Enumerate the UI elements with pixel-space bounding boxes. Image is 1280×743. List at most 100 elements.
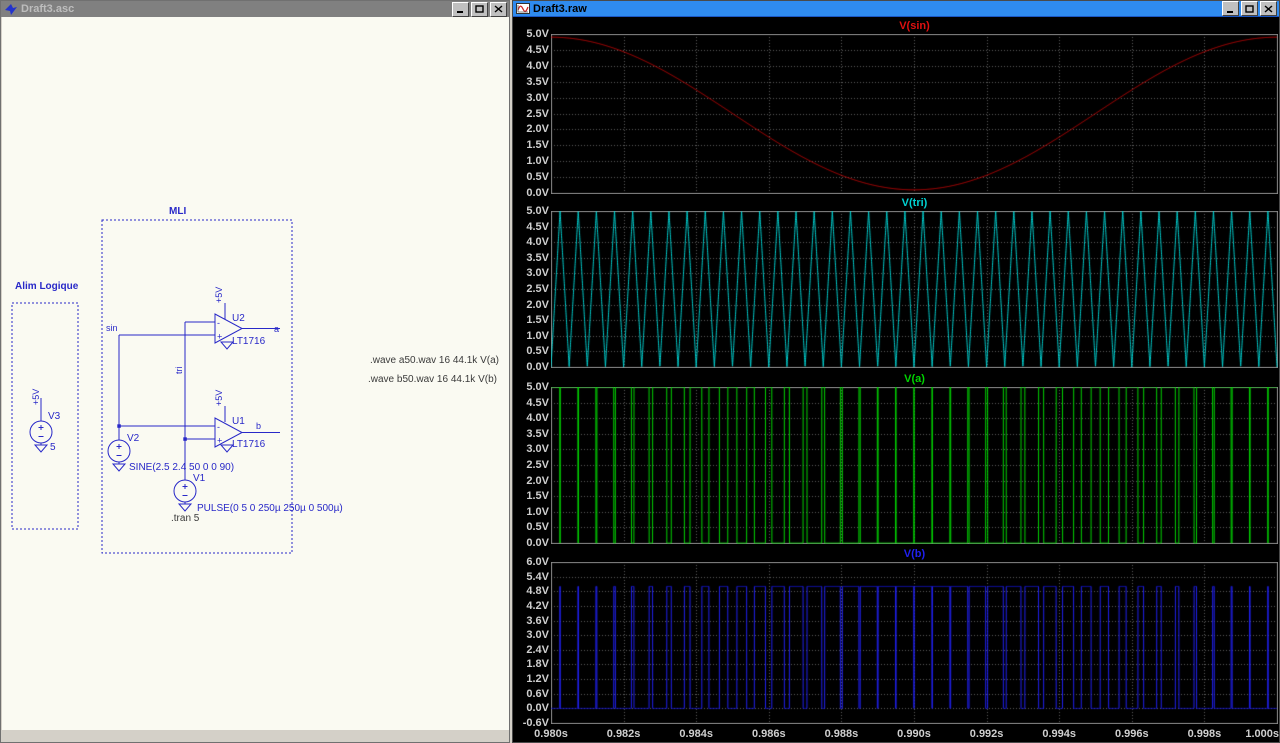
waveform-plot-va[interactable] <box>551 387 1278 544</box>
svg-text:+5V: +5V <box>31 389 41 405</box>
y-tick-label: 3.5V <box>526 251 549 264</box>
waveform-plot-vtri[interactable] <box>551 211 1278 368</box>
y-tick-label: 3.0V <box>526 443 549 456</box>
u2-part: LT1716 <box>232 336 266 347</box>
schematic-window-title: Draft3.asc <box>21 3 75 15</box>
restore-button[interactable] <box>471 1 488 17</box>
y-tick-label: 0.0V <box>526 361 549 373</box>
y-tick-label: 1.0V <box>526 155 549 168</box>
waveform-plot-vsin[interactable] <box>551 34 1278 194</box>
schematic-drawing: Alim Logique MLI sin tri a b - + +5V U2 … <box>11 206 499 554</box>
y-tick-label: 4.0V <box>526 59 549 72</box>
tran-directive[interactable]: .tran 5 <box>171 513 200 524</box>
svg-text:-: - <box>217 318 220 328</box>
schematic-titlebar[interactable]: Draft3.asc <box>1 1 509 17</box>
x-tick-label: 0.994s <box>1042 728 1077 740</box>
svg-text:+: + <box>217 332 222 342</box>
y-tick-label: 4.5V <box>526 220 549 233</box>
ltspice-icon <box>5 3 17 15</box>
y-tick-label: 5.0V <box>526 205 549 217</box>
y-tick-label: 3.0V <box>526 267 549 280</box>
v1-value: PULSE(0 5 0 250µ 250µ 0 500µ) <box>197 503 343 514</box>
y-tick-label: 0.6V <box>526 687 549 700</box>
v2-name: V2 <box>127 433 140 444</box>
u1-part: LT1716 <box>232 439 266 450</box>
y-tick-label: 0.5V <box>526 171 549 184</box>
alim-logique-label[interactable]: Alim Logique <box>15 281 79 292</box>
minimize-button[interactable] <box>452 1 469 17</box>
y-tick-label: 5.0V <box>526 381 549 393</box>
y-tick-label: 2.5V <box>526 107 549 120</box>
y-tick-label: 1.0V <box>526 505 549 518</box>
pane-title-vsin[interactable]: V(sin) <box>551 20 1278 33</box>
y-tick-label: 0.0V <box>526 702 549 715</box>
y-tick-label: 4.5V <box>526 396 549 409</box>
y-tick-label: 1.2V <box>526 673 549 686</box>
y-tick-label: 5.4V <box>526 570 549 583</box>
v2-value: SINE(2.5 2.4 50 0 0 90) <box>129 462 234 473</box>
y-tick-label: 0.5V <box>526 345 549 358</box>
pane-title-vb[interactable]: V(b) <box>551 548 1278 561</box>
net-label-sin[interactable]: sin <box>106 323 118 333</box>
wave-b-directive[interactable]: .wave b50.wav 16 44.1k V(b) <box>368 374 497 385</box>
svg-text:+5V: +5V <box>214 287 224 303</box>
x-tick-label: 0.982s <box>606 728 641 740</box>
wave-a-directive[interactable]: .wave a50.wav 16 44.1k V(a) <box>370 355 499 366</box>
y-tick-label: 6.0V <box>526 556 549 568</box>
y-tick-label: 4.2V <box>526 599 549 612</box>
x-tick-label: 0.986s <box>751 728 786 740</box>
y-tick-label: 0.0V <box>526 187 549 199</box>
waveform-viewer[interactable]: V(sin) 5.0V 4.5V 4.0V 3.5V 3.0V 2.5V 2.0V 1.5V 1.… <box>513 1 1279 740</box>
voltage-source-v1[interactable]: V1 PULSE(0 5 0 250µ 250µ 0 500µ) <box>173 473 343 514</box>
waveform-plot-vb[interactable] <box>551 562 1278 724</box>
y-tick-label: 4.5V <box>526 43 549 56</box>
x-tick-label: 0.988s <box>824 728 859 740</box>
voltage-source-v3[interactable]: +5V V3 5 <box>29 389 61 453</box>
y-tick-label: 2.5V <box>526 459 549 471</box>
y-tick-label: 4.8V <box>526 585 549 598</box>
v1-name: V1 <box>193 473 206 484</box>
net-label-b[interactable]: b <box>256 421 261 431</box>
y-tick-label: 1.8V <box>526 658 549 671</box>
close-button[interactable] <box>490 1 507 17</box>
y-tick-label: 1.5V <box>526 139 549 152</box>
x-tick-label: 0.996s <box>1114 728 1149 740</box>
v3-value: 5 <box>50 442 56 453</box>
y-tick-label: 4.0V <box>526 236 549 249</box>
y-tick-label: 2.5V <box>526 283 549 295</box>
y-tick-label: 2.0V <box>526 298 549 311</box>
v3-name: V3 <box>48 411 61 422</box>
x-tick-label: 0.984s <box>679 728 714 740</box>
schematic-window: Draft3.asc Alim Logique MLI sin tri a b … <box>0 0 510 743</box>
waveform-window: Draft3.raw V(sin) 5.0V 4.5V 4.0V 3.5V 3.0V 2.5… <box>512 0 1280 743</box>
pane-title-va[interactable]: V(a) <box>551 373 1278 386</box>
x-tick-label: 0.998s <box>1187 728 1222 740</box>
y-tick-label: 1.5V <box>526 490 549 503</box>
net-label-tri[interactable]: tri <box>174 367 184 375</box>
mli-label[interactable]: MLI <box>169 206 186 217</box>
pane-title-vtri[interactable]: V(tri) <box>551 197 1278 210</box>
y-tick-label: 1.0V <box>526 329 549 342</box>
svg-text:-: - <box>217 422 220 432</box>
comparator-u2[interactable]: - + +5V U2 LT1716 <box>214 287 266 350</box>
svg-text:+5V: +5V <box>214 390 224 406</box>
net-label-a[interactable]: a <box>274 324 279 334</box>
y-tick-label: 1.5V <box>526 314 549 327</box>
y-tick-label: 0.5V <box>526 521 549 534</box>
wire-junction <box>117 424 121 428</box>
wire-junction <box>183 437 187 441</box>
y-tick-label: 5.0V <box>526 28 549 40</box>
y-tick-label: 3.0V <box>526 91 549 104</box>
y-tick-label: 2.0V <box>526 123 549 136</box>
y-tick-label: 3.6V <box>526 614 549 627</box>
u2-name: U2 <box>232 313 245 324</box>
y-tick-label: 3.5V <box>526 427 549 440</box>
schematic-canvas[interactable]: Alim Logique MLI sin tri a b - + +5V U2 … <box>2 17 509 736</box>
y-tick-label: 0.0V <box>526 537 549 549</box>
x-tick-label: 0.992s <box>969 728 1004 740</box>
y-tick-label: 4.0V <box>526 412 549 425</box>
svg-text:+: + <box>217 436 222 446</box>
alim-logique-box[interactable] <box>11 302 79 530</box>
y-tick-label: 2.4V <box>526 643 549 656</box>
y-tick-label: 3.0V <box>526 629 549 642</box>
